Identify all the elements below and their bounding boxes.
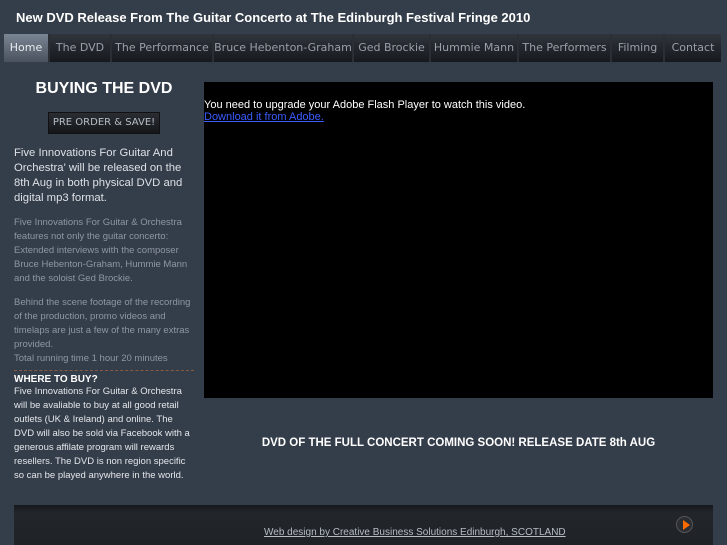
nav-the-performance[interactable]: The Performance (112, 34, 214, 62)
nav-the-performers[interactable]: The Performers (519, 34, 612, 62)
nav-ged-brockie[interactable]: Ged Brockie (354, 34, 431, 62)
nav-contact[interactable]: Contact (665, 34, 721, 62)
sidebar-heading: BUYING THE DVD (35, 80, 173, 97)
site-title: New DVD Release From The Guitar Concerto… (16, 10, 531, 25)
main-nav: Home The DVD The Performance Bruce Heben… (4, 34, 721, 62)
nav-filming[interactable]: Filming (612, 34, 665, 62)
running-time: Total running time 1 hour 20 minutes (14, 353, 168, 364)
footer: Web design by Creative Business Solution… (14, 505, 713, 545)
features-text: Five Innovations For Guitar & Orchestra … (14, 217, 188, 284)
sidebar: BUYING THE DVD PRE ORDER & SAVE! Five In… (14, 80, 194, 483)
where-to-buy-heading: WHERE TO BUY? (14, 374, 98, 385)
extras-text: Behind the scene footage of the recordin… (14, 297, 191, 350)
nav-hummie-mann[interactable]: Hummie Mann (431, 34, 519, 62)
where-to-buy-text: Five Innovations For Guitar & Orchestra … (14, 386, 190, 481)
intro-text: Five Innovations For Guitar And Orchestr… (14, 147, 183, 204)
nav-bruce-hebenton-graham[interactable]: Bruce Hebenton-Graham (214, 34, 354, 62)
flash-message: You need to upgrade your Adobe Flash Pla… (204, 99, 526, 111)
divider (14, 370, 194, 371)
nav-home[interactable]: Home (4, 34, 50, 62)
nav-the-dvd[interactable]: The DVD (50, 34, 112, 62)
download-flash-link[interactable]: Download it from Adobe. (204, 111, 324, 123)
pre-order-button[interactable]: PRE ORDER & SAVE! (48, 112, 160, 134)
video-player[interactable]: You need to upgrade your Adobe Flash Pla… (204, 82, 713, 398)
play-icon[interactable] (676, 516, 693, 533)
coming-soon-banner: DVD OF THE FULL CONCERT COMING SOON! REL… (261, 437, 656, 449)
web-design-credit-link[interactable]: Web design by Creative Business Solution… (264, 527, 566, 538)
